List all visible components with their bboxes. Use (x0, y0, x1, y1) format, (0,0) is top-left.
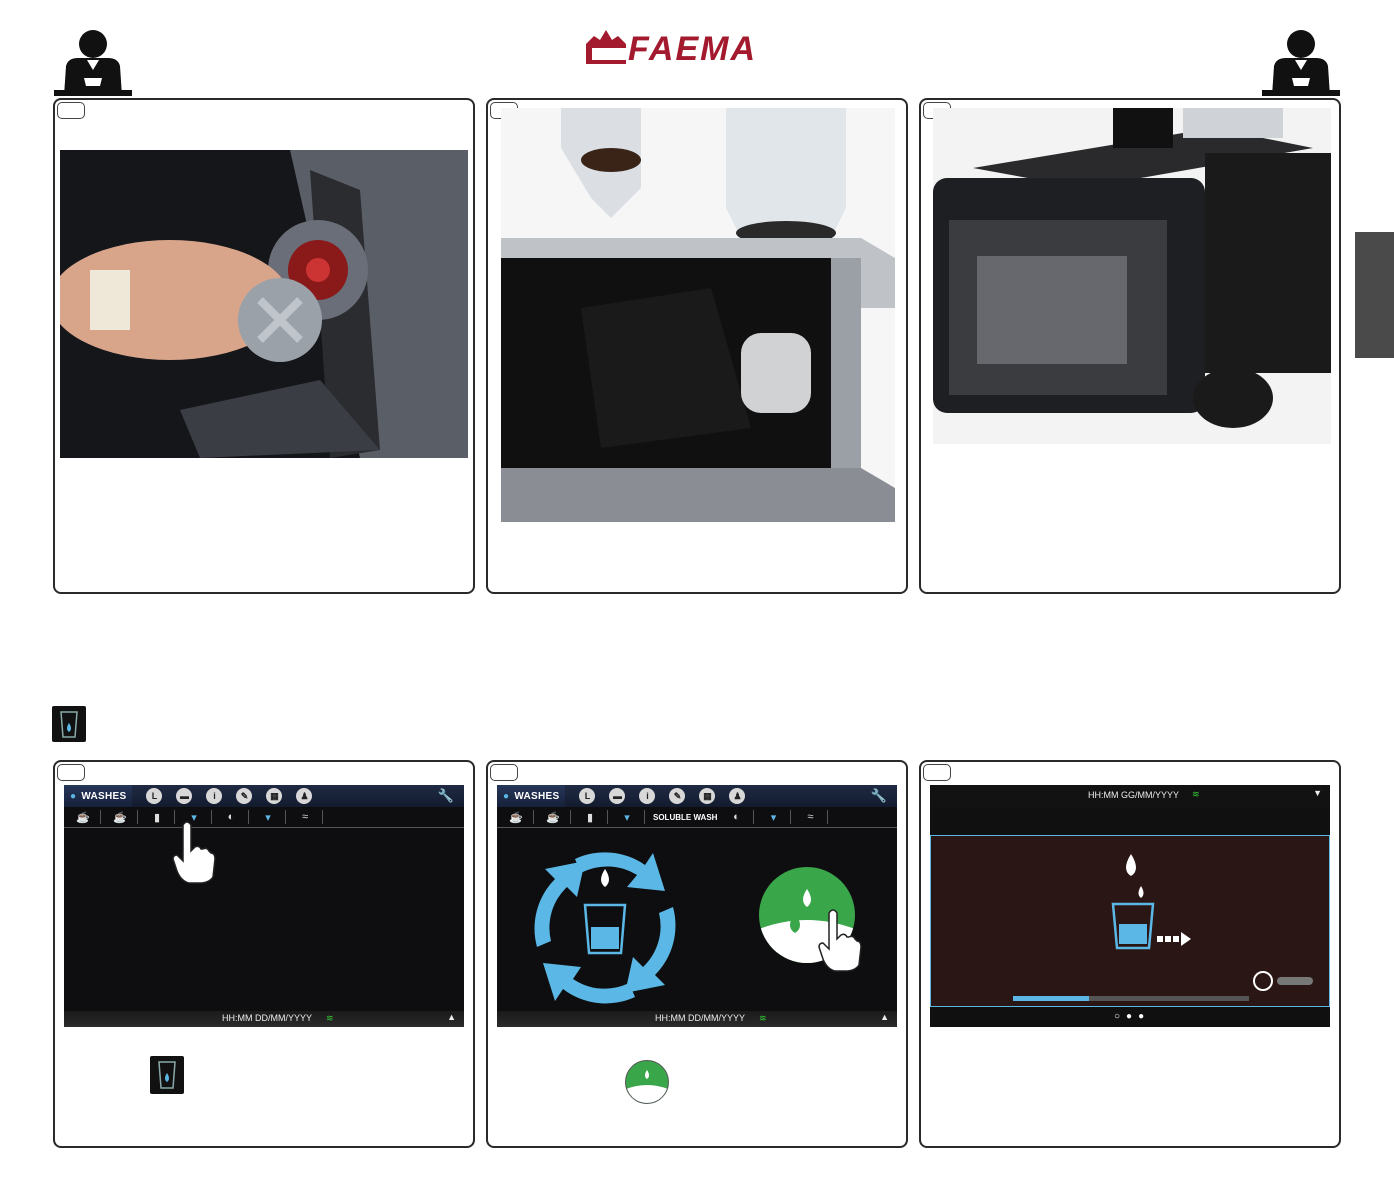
status-datetime: HH:MM DD/MM/YYYY (655, 1013, 745, 1023)
glass-wash-icon (52, 706, 86, 742)
step-number-tab (923, 764, 951, 781)
cup-icon[interactable]: ☕ (544, 810, 571, 824)
flag-icon[interactable]: ▬ (609, 788, 626, 804)
tab-washes[interactable]: ● WASHES (64, 785, 133, 807)
cup-wash-icon[interactable]: ☕ (74, 810, 101, 824)
wifi-icon: ≋ (1192, 789, 1200, 799)
tap-hand-icon (815, 903, 865, 978)
photo-machine-front-display (933, 108, 1331, 444)
top-status-bar: HH:MM GG/MM/YYYY ≋ ▼ (930, 785, 1330, 807)
user-icon[interactable]: ♟ (729, 788, 746, 804)
photo-machine-open-hoppers (501, 108, 895, 522)
clock-icon[interactable]: L (146, 788, 163, 804)
powder-icon[interactable]: ◐ (727, 810, 755, 824)
flag-icon[interactable]: ▬ (176, 788, 193, 804)
step-panel-6: HH:MM GG/MM/YYYY ≋ ▼ ○●● (919, 760, 1341, 1148)
step-panel-4: ● WASHES L ▬ i ✎ ▦ ♟ 🔧 ☕ ☕ ▮ ▾ ◐ ▾ ≈ HH:M… (53, 760, 475, 1148)
powder-icon[interactable]: ◐ (222, 810, 249, 824)
chevron-up-icon[interactable]: ▲ (447, 1012, 456, 1022)
chevron-up-icon[interactable]: ▲ (880, 1012, 889, 1022)
step-panel-2 (486, 98, 908, 594)
cup-icon[interactable]: ☕ (111, 810, 138, 824)
wrench-icon[interactable]: 🔧 (871, 788, 887, 804)
step-panel-3 (919, 98, 1341, 594)
user-icon[interactable]: ♟ (296, 788, 313, 804)
chevron-down-icon[interactable]: ▼ (1313, 788, 1322, 798)
milk-icon[interactable]: ▮ (581, 810, 608, 824)
washes-menubar: ● WASHES L ▬ i ✎ ▦ ♟ 🔧 (497, 785, 897, 807)
step-number-tab (490, 764, 518, 781)
water-drop-icon: ● (503, 790, 510, 802)
status-datetime: HH:MM GG/MM/YYYY (1088, 790, 1180, 800)
glass-wash-icon (150, 1056, 184, 1094)
start-wash-icon (625, 1060, 669, 1104)
waiter-icon-left (54, 28, 132, 98)
faema-logo: FAEMA (582, 26, 812, 68)
washes-menubar: ● WASHES L ▬ i ✎ ▦ ♟ 🔧 (64, 785, 464, 807)
status-bar: HH:MM DD/MM/YYYY ≋ ▲ (497, 1011, 897, 1027)
status-datetime: HH:MM DD/MM/YYYY (222, 1013, 312, 1023)
steam-icon[interactable]: ≈ (296, 810, 323, 824)
steam-icon[interactable]: ≈ (801, 810, 829, 824)
water-drop-icon: ● (70, 790, 77, 802)
tap-hand-icon (169, 815, 219, 890)
calendar-icon[interactable]: ▦ (699, 788, 716, 804)
waiter-icon-right (1262, 28, 1340, 98)
step-number-tab (57, 102, 85, 119)
step-number-tab (57, 764, 85, 781)
screen-wash-in-progress: HH:MM GG/MM/YYYY ≋ ▼ ○●● (930, 785, 1330, 1027)
washes-submenu: ☕ ☕ ▮ ▾ SOLUBLE WASH ◐ ▾ ≈ (497, 807, 897, 828)
brand-wordmark: FAEMA (628, 30, 757, 68)
screen-soluble-wash: ● WASHES L ▬ i ✎ ▦ ♟ 🔧 ☕ ☕ ▮ ▾ SOLUBLE WA… (497, 785, 897, 1027)
pencil-icon[interactable]: ✎ (669, 788, 686, 804)
tab-washes[interactable]: ● WASHES (497, 785, 566, 807)
soluble-wash-label[interactable]: SOLUBLE WASH (653, 813, 717, 822)
page-indicator: ○●● (1114, 1011, 1151, 1022)
step-panel-5: ● WASHES L ▬ i ✎ ▦ ♟ 🔧 ☕ ☕ ▮ ▾ SOLUBLE WA… (486, 760, 908, 1148)
pencil-icon[interactable]: ✎ (236, 788, 253, 804)
info-icon[interactable]: i (639, 788, 656, 804)
wifi-icon: ≋ (759, 1013, 767, 1023)
glass-wash-icon[interactable]: ▾ (618, 810, 645, 824)
screen-washes-menu: ● WASHES L ▬ i ✎ ▦ ♟ 🔧 ☕ ☕ ▮ ▾ ◐ ▾ ≈ HH:M… (64, 785, 464, 1027)
wash-cycle-icon (525, 847, 685, 1012)
cup-wash-icon[interactable]: ☕ (507, 810, 534, 824)
step-panel-1 (53, 98, 475, 594)
status-bar: HH:MM DD/MM/YYYY ≋ ▲ (64, 1011, 464, 1027)
glass-icon[interactable]: ▾ (764, 810, 792, 824)
calendar-icon[interactable]: ▦ (266, 788, 283, 804)
wrench-icon[interactable]: 🔧 (438, 788, 454, 804)
clock-icon[interactable]: L (579, 788, 596, 804)
side-chapter-tab (1355, 232, 1394, 358)
wash-progress-area (930, 835, 1330, 1007)
info-icon[interactable]: i (206, 788, 223, 804)
glass-icon[interactable]: ▾ (259, 810, 286, 824)
wifi-icon: ≋ (326, 1013, 334, 1023)
photo-brewing-unit-disc (60, 150, 468, 458)
washes-submenu: ☕ ☕ ▮ ▾ ◐ ▾ ≈ (64, 807, 464, 828)
